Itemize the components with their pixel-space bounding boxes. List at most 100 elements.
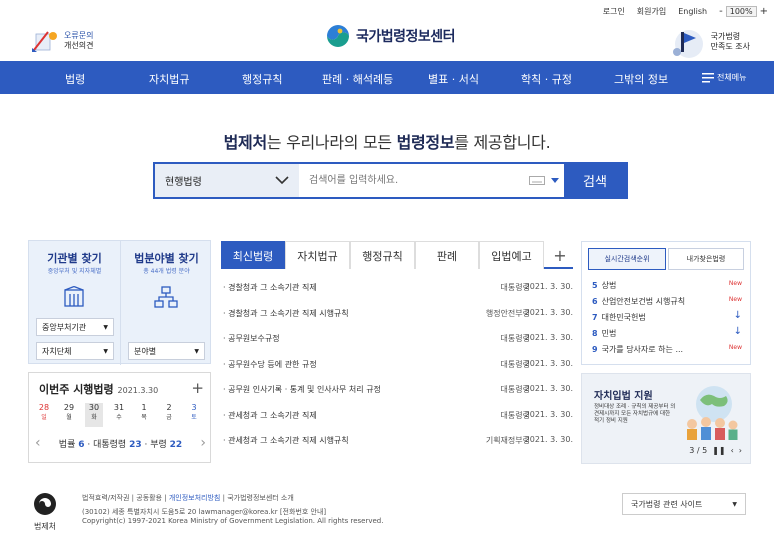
law-row[interactable]: · 공무원수당 등에 관한 규정 대통령령 2021. 3. 30. <box>223 359 575 375</box>
week-day-name: 토 <box>191 414 197 421</box>
footer-address: (30102) 세종 특별자치시 도움5로 20 lawmanager@kore… <box>82 508 383 526</box>
weekly-laws-title-text: 이번주 시행법령 <box>39 383 114 396</box>
law-dept: 대통령령 <box>500 359 530 369</box>
hero-part2: 는 우리나라의 모든 <box>266 133 397 152</box>
local-gov-select[interactable]: 자치단체 ▼ <box>36 342 114 360</box>
weekly-laws-title: 이번주 시행법령 2021.3.30 <box>39 381 158 397</box>
all-menu-button[interactable]: 전체메뉴 <box>702 72 746 83</box>
weekly-laws-more-button[interactable]: + <box>191 379 204 397</box>
week-day[interactable]: 2금 <box>160 403 178 427</box>
footer-link-privacy[interactable]: 개인정보처리방침 <box>169 494 221 502</box>
law-row[interactable]: · 공무원보수규정 대통령령 2021. 3. 30. <box>223 333 575 349</box>
field-select-value: 분야별 <box>134 346 157 356</box>
rank-status: ↓ <box>733 310 742 321</box>
law-row[interactable]: · 경찰청과 그 소속기관 직제 대통령령 2021. 3. 30. <box>223 282 575 298</box>
law-name: · 공무원보수규정 <box>223 334 280 343</box>
tab-precedent[interactable]: 판례 <box>415 241 479 269</box>
survey-line1: 국가법령 <box>710 32 741 41</box>
law-date: 2021. 3. 30. <box>524 409 573 419</box>
zoom-value: 100% <box>725 5 757 17</box>
rank-status: ↓ <box>733 326 742 337</box>
rank-item[interactable]: 9 국가를 당사자로 하는 ... New <box>592 344 742 358</box>
central-agency-value: 중앙부처기관 <box>42 322 87 332</box>
week-day[interactable]: 1목 <box>135 403 153 427</box>
rank-term: 민법 <box>601 329 617 338</box>
footer-logo: 법제처 <box>30 492 60 532</box>
next-week-arrow-icon[interactable]: › <box>200 435 206 451</box>
rank-item[interactable]: 6 산업안전보건법 시행규칙 New <box>592 296 742 310</box>
finder-panel: 기관별 찾기 중앙부처 및 지자체별 중앙부처기관 ▼ 자치단체 ▼ 법분야별 찾기… <box>28 240 211 365</box>
feedback-link[interactable]: 오류문의 개선의견 <box>30 28 93 54</box>
law-row[interactable]: · 경찰청과 그 소속기관 직제 시행규칙 행정안전부령 2021. 3. 30. <box>223 308 575 324</box>
week-day[interactable]: 30 화 <box>85 403 103 427</box>
promo-banner[interactable]: 자치입법 지원 정비대상 조례 · 규칙의 제공부터 의견제시까지 모든 자치법… <box>581 373 751 464</box>
dropdown-arrow-icon: ▼ <box>103 347 108 355</box>
law-date: 2021. 3. 30. <box>524 435 573 444</box>
rank-number: 8 <box>592 329 598 338</box>
tab-legislative-notice[interactable]: 입법예고 <box>479 241 544 269</box>
hero-title: 법제처는 우리나라의 모든 법령정보를 제공합니다. <box>0 129 774 153</box>
footer-link-about[interactable]: 국가법령정보센터 소개 <box>227 494 294 502</box>
field-select[interactable]: 분야별 ▼ <box>128 342 205 360</box>
law-row[interactable]: · 관세청과 그 소속기관 직제 대통령령 2021. 3. 30. <box>223 410 575 426</box>
nav-item-school-rules[interactable]: 학칙 · 규정 <box>521 71 572 87</box>
prev-week-arrow-icon[interactable]: ‹ <box>35 435 41 451</box>
pause-icon[interactable]: ❚❚ <box>712 446 725 455</box>
central-agency-select[interactable]: 중앙부처기관 ▼ <box>36 318 114 336</box>
logo-emblem-icon <box>327 25 349 47</box>
week-day[interactable]: 3토 <box>185 403 203 427</box>
join-link[interactable]: 회원가입 <box>637 6 666 17</box>
rank-number: 9 <box>592 345 598 354</box>
menu-icon <box>702 72 714 82</box>
min-count: 22 <box>169 440 183 450</box>
nav-item-precedent[interactable]: 판례 · 해석례등 <box>322 71 393 87</box>
nav-item-other-info[interactable]: 그밖의 정보 <box>614 71 668 87</box>
login-link[interactable]: 로그인 <box>603 6 625 17</box>
rank-item[interactable]: 8 민법 ↓ <box>592 326 742 342</box>
nav-item-admin-rule[interactable]: 행정규칙 <box>242 71 282 87</box>
footer-link-copyright[interactable]: 법적효력/저작권 <box>82 494 129 502</box>
law-label: 법률 <box>58 440 76 450</box>
search-button[interactable]: 검색 <box>564 164 626 197</box>
week-day[interactable]: 28 일 <box>35 403 53 427</box>
rank-item[interactable]: 5 상법 New <box>592 280 742 294</box>
search-input[interactable] <box>299 164 524 197</box>
banner-description: 정비대상 조례 · 규칙의 제공부터 의견제시까지 모든 자치법규에 대한 적기… <box>594 404 676 424</box>
rank-status: New <box>728 344 742 351</box>
keyboard-toggle[interactable] <box>524 164 564 197</box>
tab-realtime-rank[interactable]: 실시간검색순위 <box>588 248 666 270</box>
related-sites-select[interactable]: 국가법령 관련 사이트 ▼ <box>622 493 746 515</box>
tab-local-law[interactable]: 자치법규 <box>285 241 350 269</box>
survey-link[interactable]: 국가법령 만족도 조사 <box>667 26 750 58</box>
search-type-select[interactable]: 현행법령 <box>155 164 299 197</box>
english-link[interactable]: English <box>678 7 707 16</box>
survey-icon <box>667 26 707 58</box>
law-row[interactable]: · 관세청과 그 소속기관 직제 시행규칙 기획재정부령 2021. 3. 30. <box>223 435 575 451</box>
footer-link-shared[interactable]: 공동활용 <box>136 494 162 502</box>
week-day-name: 금 <box>166 414 172 421</box>
tabs-more-button[interactable]: + <box>550 241 570 269</box>
site-logo[interactable]: 국가법령정보센터 <box>326 24 456 48</box>
zoom-in-button[interactable]: + <box>760 6 768 17</box>
week-day[interactable]: 29 월 <box>60 403 78 427</box>
zoom-out-button[interactable]: - <box>719 6 723 17</box>
tab-admin-rule[interactable]: 행정규칙 <box>350 241 415 269</box>
search-bar: 현행법령 검색 <box>153 162 628 199</box>
tab-my-searches[interactable]: 내가찾은법령 <box>668 248 744 270</box>
tab-latest-law[interactable]: 최신법령 <box>221 241 285 269</box>
zoom-control: - 100% + <box>719 5 768 17</box>
nav-item-law[interactable]: 법령 <box>65 71 85 87</box>
next-icon[interactable]: › <box>739 446 742 455</box>
week-day-name: 목 <box>141 414 147 421</box>
law-row[interactable]: · 공무원 인사기록 · 통계 및 인사사무 처리 규정 대통령령 2021. 3.… <box>223 384 575 400</box>
rank-item[interactable]: 7 대한민국헌법 ↓ <box>592 310 742 326</box>
week-day[interactable]: 31 수 <box>110 403 128 427</box>
rank-term: 국가를 당사자로 하는 ... <box>601 345 684 354</box>
prev-icon[interactable]: ‹ <box>731 446 734 455</box>
law-dept: 대통령령 <box>500 283 530 292</box>
nav-item-forms[interactable]: 별표 · 서식 <box>428 71 479 87</box>
week-day-number: 2 <box>166 403 172 412</box>
banner-title: 자치입법 지원 <box>594 391 653 402</box>
nav-item-local-law[interactable]: 자치법규 <box>149 71 189 87</box>
law-dept: 기획재정부령 <box>485 436 530 445</box>
